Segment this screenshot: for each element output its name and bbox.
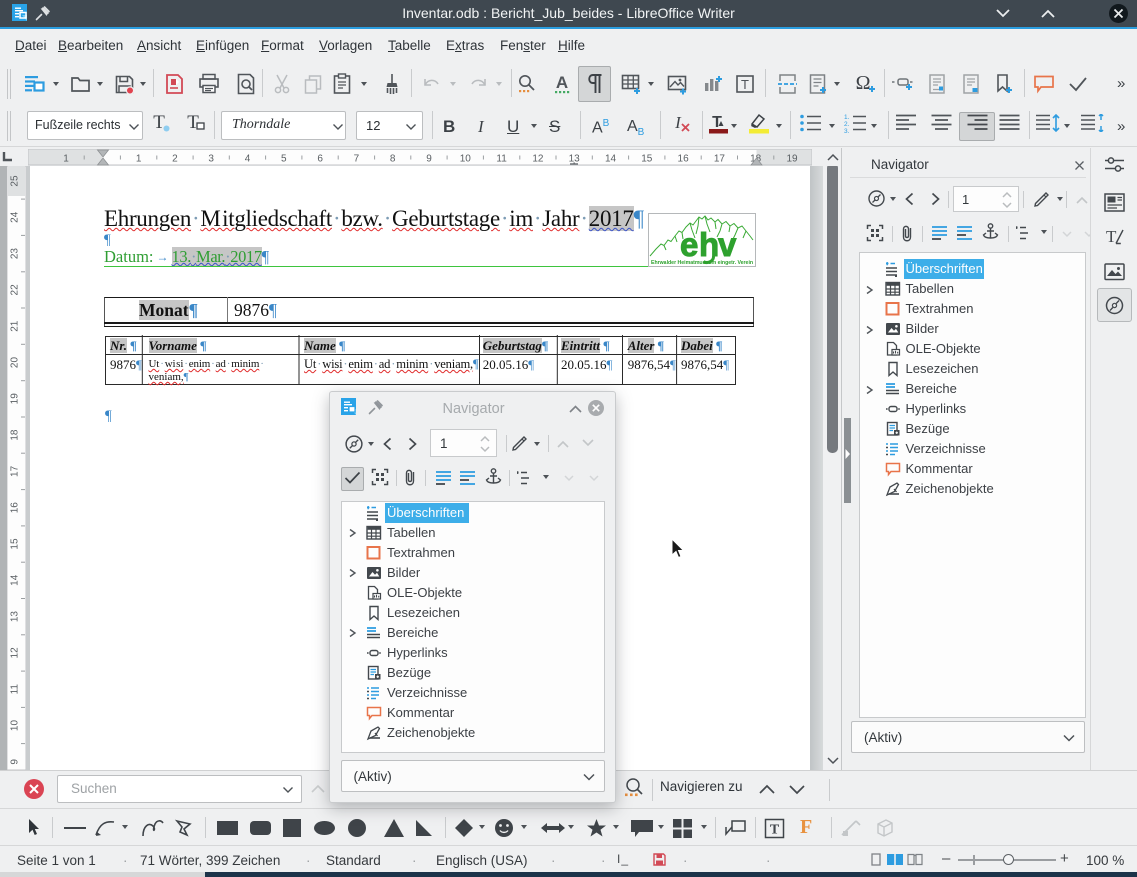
svg-text:4: 4	[245, 154, 251, 165]
svg-text:25: 25	[10, 175, 21, 187]
svg-text:3: 3	[208, 154, 214, 165]
svg-text:17: 17	[714, 154, 726, 165]
svg-text:19: 19	[786, 154, 798, 165]
svg-text:11: 11	[10, 684, 21, 695]
svg-text:A: A	[556, 73, 568, 92]
svg-text:18: 18	[10, 429, 21, 441]
svg-text:T: T	[770, 823, 780, 838]
svg-text:Ehrwalder Heimatmuseum eingetr: Ehrwalder Heimatmuseum eingetr. Verein	[651, 260, 753, 266]
svg-text:1.: 1.	[844, 114, 850, 121]
svg-text:7: 7	[354, 154, 360, 165]
svg-text:9: 9	[10, 759, 21, 765]
svg-text:T: T	[153, 112, 165, 133]
svg-text:2: 2	[172, 154, 178, 165]
svg-text:9: 9	[426, 154, 432, 165]
svg-text:20: 20	[10, 357, 21, 369]
svg-text:13: 13	[10, 611, 21, 623]
svg-text:3.: 3.	[844, 128, 850, 133]
svg-text:22: 22	[10, 284, 21, 296]
svg-text:2.: 2.	[844, 121, 850, 128]
svg-text:12: 12	[10, 647, 21, 659]
svg-text:v: v	[718, 226, 737, 263]
svg-text:h: h	[699, 226, 719, 263]
svg-text:12: 12	[532, 154, 544, 165]
svg-text:10: 10	[460, 154, 472, 165]
svg-text:10: 10	[10, 720, 21, 732]
svg-text:Ω: Ω	[856, 72, 871, 94]
svg-text:16: 16	[10, 502, 21, 514]
svg-text:11: 11	[496, 154, 507, 165]
svg-text:T: T	[1106, 227, 1117, 246]
svg-text:15: 15	[10, 538, 21, 550]
svg-text:1: 1	[63, 154, 69, 165]
svg-text:6: 6	[317, 154, 323, 165]
svg-text:I: I	[674, 113, 682, 132]
svg-text:16: 16	[678, 154, 690, 165]
svg-text:21: 21	[10, 320, 21, 332]
svg-text:T: T	[741, 77, 749, 92]
svg-text:5: 5	[281, 154, 287, 165]
svg-text:8: 8	[390, 154, 396, 165]
svg-text:1: 1	[136, 154, 142, 165]
svg-text:17: 17	[10, 465, 21, 477]
svg-text:23: 23	[10, 248, 21, 260]
svg-text:14: 14	[605, 154, 617, 165]
svg-text:14: 14	[10, 574, 21, 586]
svg-text:15: 15	[641, 154, 653, 165]
svg-text:e: e	[680, 226, 698, 263]
svg-text:19: 19	[10, 393, 21, 405]
svg-text:24: 24	[10, 211, 21, 223]
